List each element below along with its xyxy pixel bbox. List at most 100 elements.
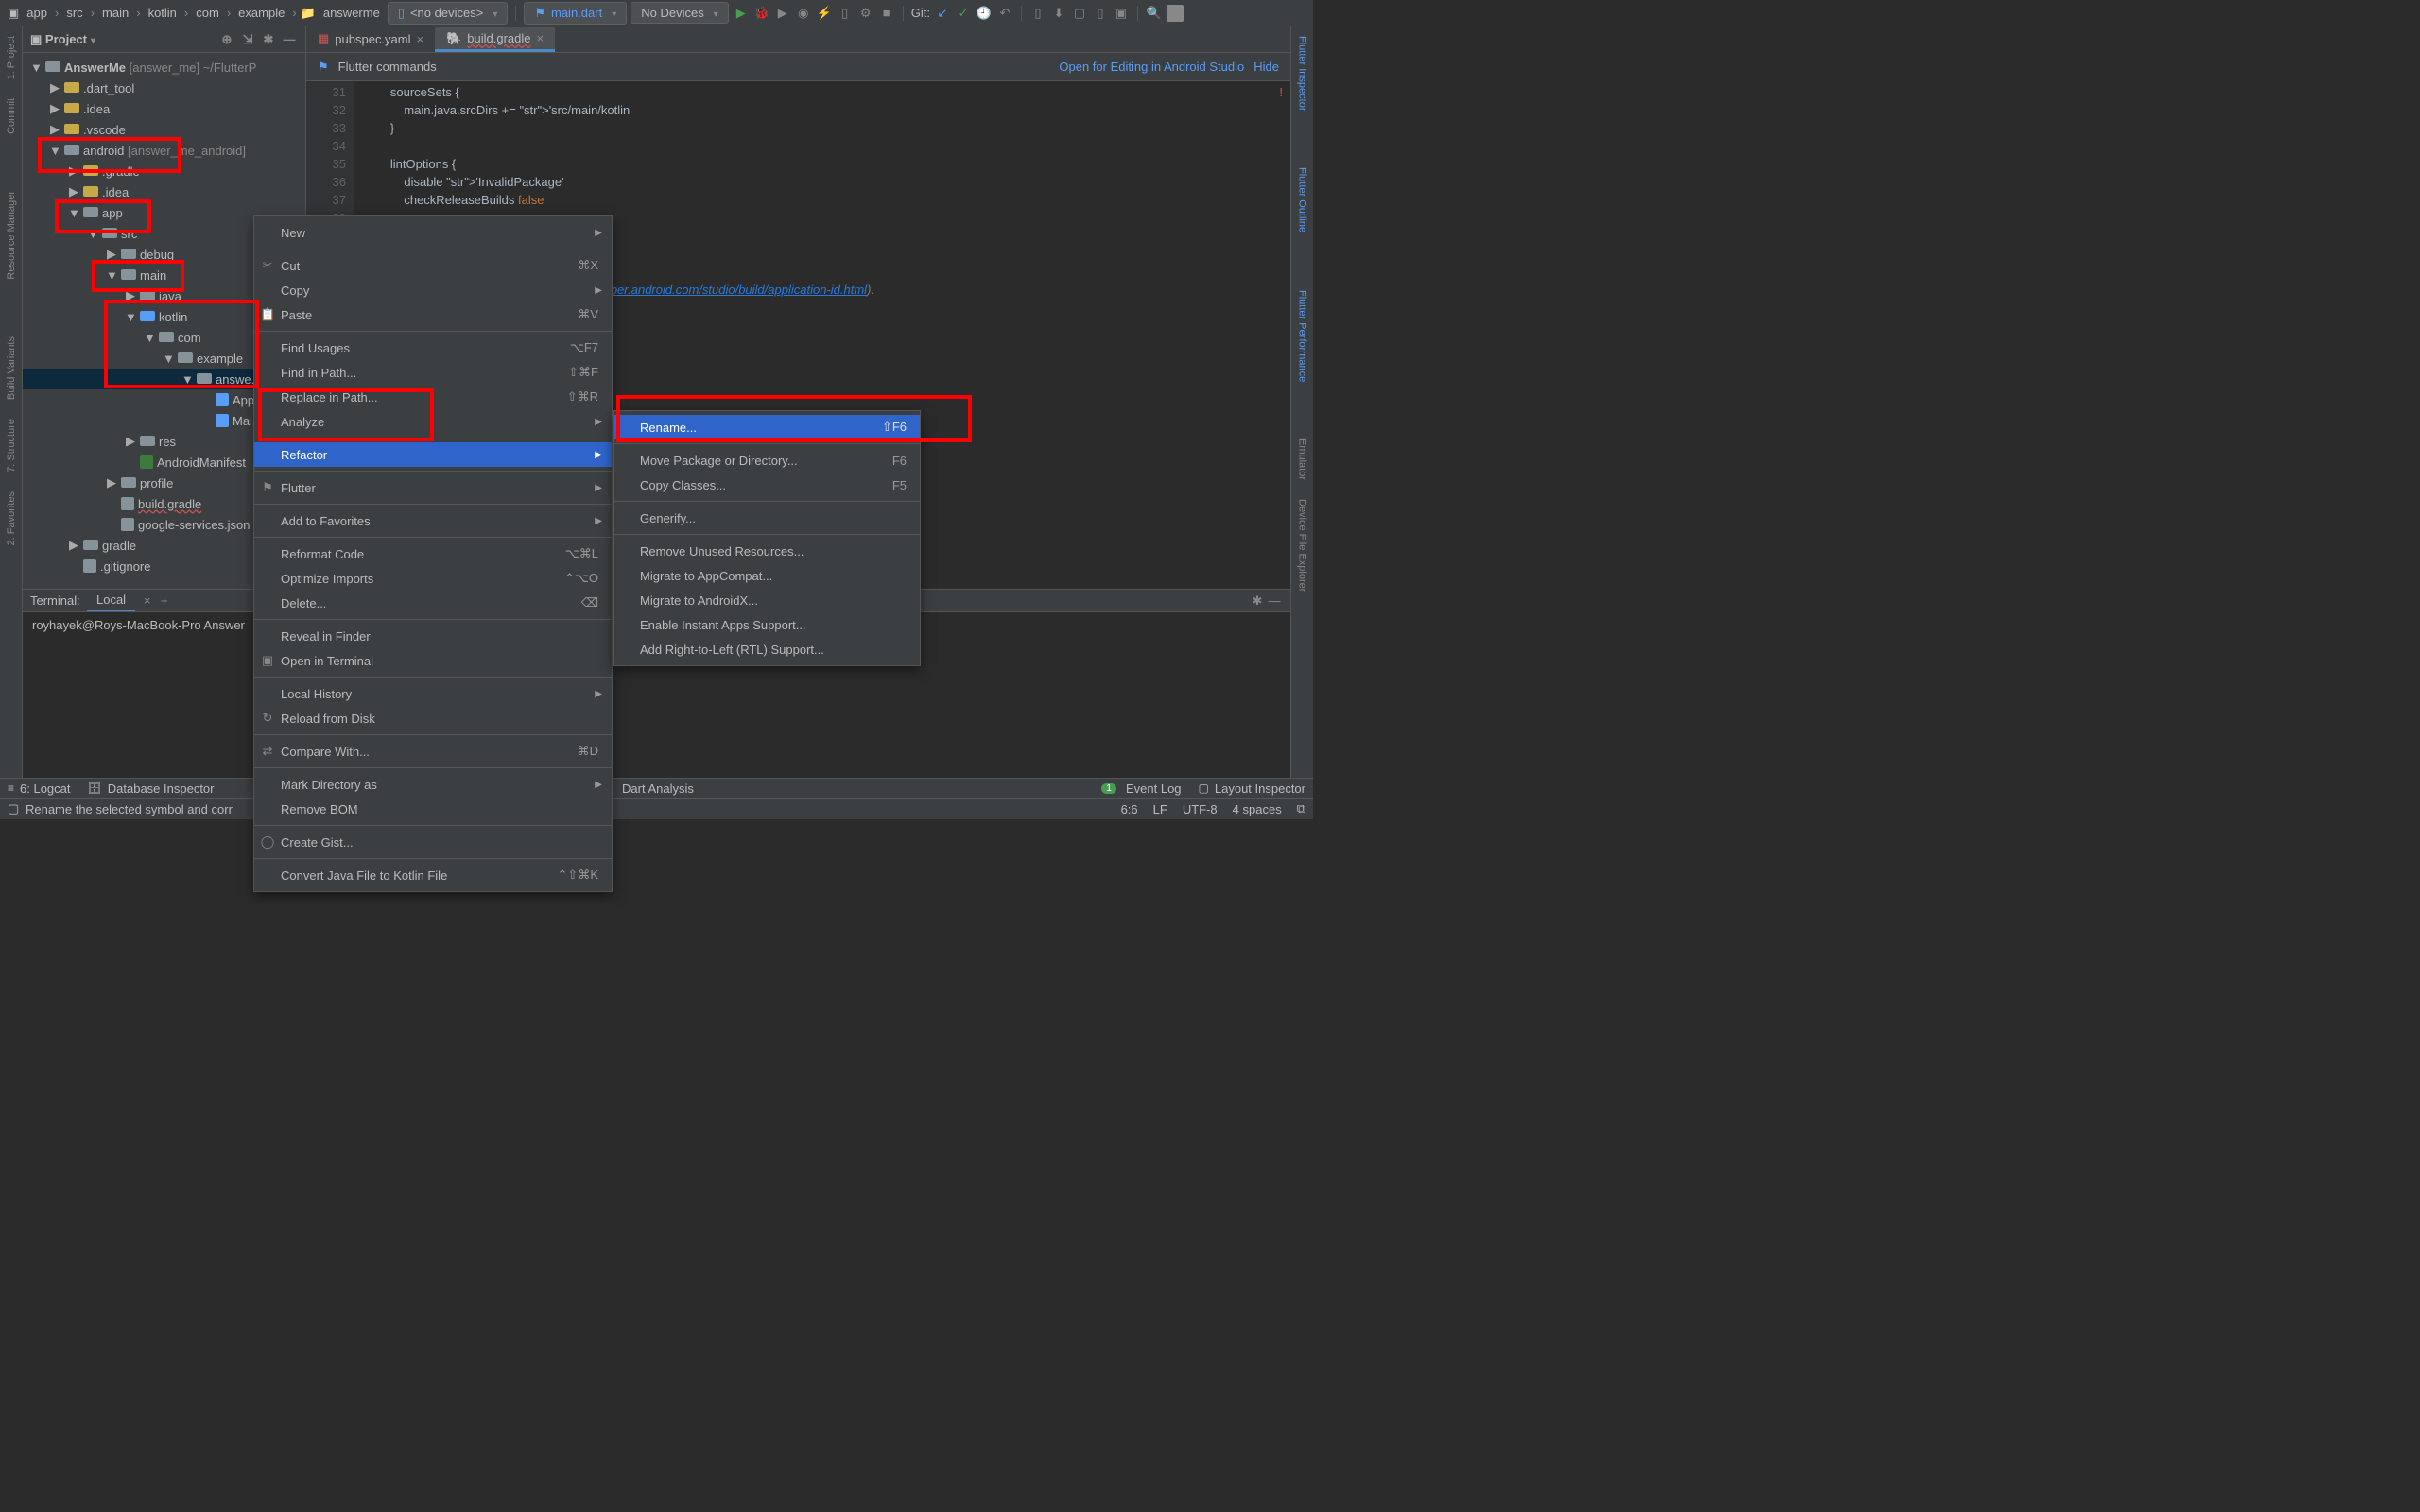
menu-item-generify[interactable]: Generify... — [614, 506, 920, 530]
tree-item[interactable]: ▶.vscode — [23, 119, 305, 140]
tab-layout-inspector[interactable]: ▢ Layout Inspector — [1199, 782, 1305, 796]
open-androidstudio-link[interactable]: Open for Editing in Android Studio — [1059, 60, 1244, 74]
editor-tab-pubspec[interactable]: ▦pubspec.yaml× — [306, 27, 435, 52]
menu-item-add-to-favorites[interactable]: Add to Favorites▶ — [254, 508, 612, 533]
cursor-position[interactable]: 6:6 — [1121, 802, 1138, 816]
menu-item-compare-with[interactable]: ⇄Compare With...⌘D — [254, 739, 612, 764]
menu-item-copy[interactable]: Copy▶ — [254, 278, 612, 302]
tab-favorites[interactable]: 2: Favorites — [3, 482, 20, 555]
menu-item-local-history[interactable]: Local History▶ — [254, 681, 612, 706]
tree-item[interactable]: ▶.idea — [23, 98, 305, 119]
hot-reload-icon[interactable]: ⚡ — [816, 5, 833, 22]
breadcrumb-item[interactable]: com — [192, 4, 223, 22]
close-icon[interactable]: × — [417, 32, 424, 46]
emulator-icon[interactable]: ▯ — [1092, 5, 1109, 22]
run-icon[interactable]: ▶ — [733, 5, 750, 22]
indent-setting[interactable]: 4 spaces — [1233, 802, 1282, 816]
git-update-icon[interactable]: ↙ — [934, 5, 951, 22]
menu-item-enable-instant-apps-support[interactable]: Enable Instant Apps Support... — [614, 612, 920, 637]
menu-item-reformat-code[interactable]: Reformat Code⌥⌘L — [254, 541, 612, 566]
git-revert-icon[interactable]: ↶ — [996, 5, 1013, 22]
device-selector[interactable]: ▯<no devices> — [388, 2, 509, 25]
menu-item-find-in-path[interactable]: Find in Path...⇧⌘F — [254, 360, 612, 385]
search-icon[interactable]: 🔍 — [1146, 5, 1163, 22]
settings-icon[interactable]: ✱ — [1249, 593, 1266, 609]
tab-commit[interactable]: Commit — [3, 89, 20, 144]
tab-emulator[interactable]: Emulator — [1294, 429, 1311, 490]
tree-item[interactable]: ▶.gradle — [23, 161, 305, 181]
menu-item-migrate-to-appcompat[interactable]: Migrate to AppCompat... — [614, 563, 920, 588]
menu-item-create-gist[interactable]: ◯Create Gist... — [254, 830, 612, 854]
debug-icon[interactable]: 🐞 — [753, 5, 770, 22]
menu-item-move-package-or-directory[interactable]: Move Package or Directory...F6 — [614, 448, 920, 472]
menu-item-analyze[interactable]: Analyze▶ — [254, 409, 612, 434]
locate-icon[interactable]: ⊕ — [218, 31, 235, 48]
git-history-icon[interactable]: 🕘 — [976, 5, 993, 22]
menu-item-find-usages[interactable]: Find Usages⌥F7 — [254, 335, 612, 360]
tab-logcat[interactable]: ≡ 6: Logcat — [8, 782, 71, 796]
menu-item-cut[interactable]: ✂Cut⌘X — [254, 253, 612, 278]
tab-db-inspector[interactable]: 🗄 Database Inspector — [88, 782, 215, 796]
tab-flutter-inspector[interactable]: Flutter Inspector — [1294, 26, 1311, 120]
error-indicator-icon[interactable]: ! — [1279, 85, 1283, 99]
menu-item-reload-from-disk[interactable]: ↻Reload from Disk — [254, 706, 612, 730]
menu-item-optimize-imports[interactable]: Optimize Imports⌃⌥O — [254, 566, 612, 591]
tab-flutter-performance[interactable]: Flutter Performance — [1294, 281, 1311, 391]
menu-item-mark-directory-as[interactable]: Mark Directory as▶ — [254, 772, 612, 797]
devtools-icon[interactable]: ⚙ — [857, 5, 874, 22]
tab-event-log[interactable]: 1Event Log — [1101, 782, 1181, 796]
add-terminal-icon[interactable]: + — [156, 593, 173, 608]
menu-item-convert-java-file-to-kotlin-file[interactable]: Convert Java File to Kotlin File⌃⇧⌘K — [254, 863, 612, 887]
run-config-selector[interactable]: ⚑main.dart — [524, 2, 627, 25]
terminal-tab-close-icon[interactable]: × — [139, 593, 156, 608]
project-title[interactable]: Project — [45, 32, 87, 46]
sdk-icon[interactable]: ⬇ — [1050, 5, 1067, 22]
breadcrumb-item[interactable]: example — [234, 4, 288, 22]
tab-flutter-outline[interactable]: Flutter Outline — [1294, 158, 1311, 242]
layout-icon[interactable]: ▢ — [1071, 5, 1088, 22]
context-menu[interactable]: New▶ ✂Cut⌘XCopy▶📋Paste⌘V Find Usages⌥F7Fin… — [253, 215, 613, 892]
hide-icon[interactable]: — — [281, 31, 298, 48]
breadcrumb-item[interactable]: app — [23, 4, 51, 22]
menu-item-new[interactable]: New▶ — [254, 220, 612, 245]
user-icon[interactable]: ◻ — [1167, 5, 1184, 22]
git-commit-icon[interactable]: ✓ — [955, 5, 972, 22]
hide-icon[interactable]: — — [1266, 593, 1283, 608]
expand-icon[interactable]: ⇲ — [239, 31, 256, 48]
attach-icon[interactable]: ▯ — [837, 5, 854, 22]
stop-icon[interactable]: ■ — [878, 5, 895, 22]
line-separator[interactable]: LF — [1153, 802, 1167, 816]
close-icon[interactable]: × — [537, 31, 544, 45]
coverage-icon[interactable]: ▶ — [774, 5, 791, 22]
settings-icon[interactable]: ✱ — [260, 31, 277, 48]
device-target-selector[interactable]: No Devices — [631, 2, 729, 24]
menu-item-delete[interactable]: Delete...⌫ — [254, 591, 612, 615]
menu-item-migrate-to-androidx[interactable]: Migrate to AndroidX... — [614, 588, 920, 612]
menu-item-rename[interactable]: Rename...⇧F6 — [614, 415, 920, 439]
menu-item-replace-in-path[interactable]: Replace in Path...⇧⌘R — [254, 385, 612, 409]
editor-tab-gradle[interactable]: 🐘build.gradle× — [435, 27, 555, 52]
menu-item-remove-bom[interactable]: Remove BOM — [254, 797, 612, 821]
tab-resource-manager[interactable]: Resource Manager — [3, 181, 20, 289]
terminal-tab[interactable]: Local — [87, 590, 135, 611]
breadcrumb-item[interactable]: kotlin — [145, 4, 181, 22]
project-structure-icon[interactable]: ▣ — [1113, 5, 1130, 22]
hide-link[interactable]: Hide — [1253, 60, 1279, 74]
menu-item-reveal-in-finder[interactable]: Reveal in Finder — [254, 624, 612, 648]
tree-root[interactable]: ▼AnswerMe [answer_me] ~/FlutterP — [23, 57, 305, 77]
menu-item-paste[interactable]: 📋Paste⌘V — [254, 302, 612, 327]
tree-item-android[interactable]: ▼android [answer_me_android] — [23, 140, 305, 161]
tab-device-explorer[interactable]: Device File Explorer — [1294, 490, 1311, 601]
tab-dart-analysis[interactable]: Dart Analysis — [622, 782, 694, 796]
tab-structure[interactable]: 7: Structure — [3, 409, 20, 482]
profile-icon[interactable]: ◉ — [795, 5, 812, 22]
tab-project[interactable]: 1: Project — [3, 26, 20, 89]
menu-item-remove-unused-resources[interactable]: Remove Unused Resources... — [614, 539, 920, 563]
menu-item-add-right-to-left-rtl-support[interactable]: Add Right-to-Left (RTL) Support... — [614, 637, 920, 662]
menu-item-copy-classes[interactable]: Copy Classes...F5 — [614, 472, 920, 497]
refactor-submenu[interactable]: Rename...⇧F6 Move Package or Directory...… — [613, 410, 921, 666]
breadcrumb-item[interactable]: src — [62, 4, 86, 22]
tool-window-icon[interactable]: ▢ — [8, 801, 19, 816]
menu-item-refactor[interactable]: Refactor▶ — [254, 442, 612, 467]
tree-item[interactable]: ▶.dart_tool — [23, 77, 305, 98]
